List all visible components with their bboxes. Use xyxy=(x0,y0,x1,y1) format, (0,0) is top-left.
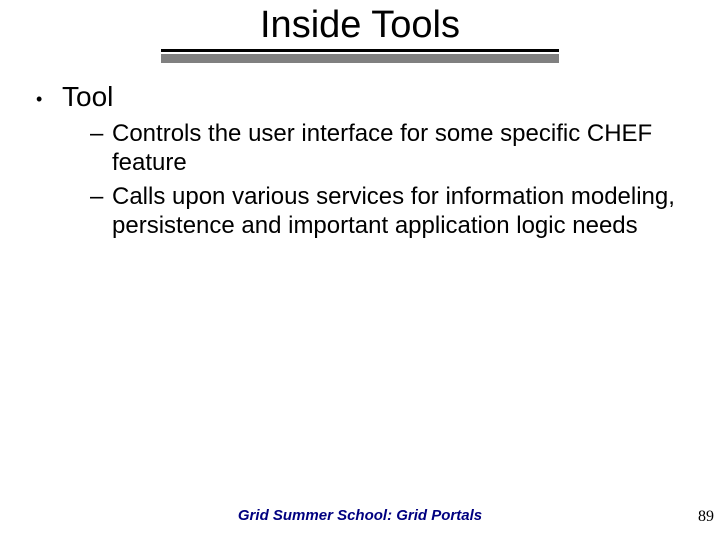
footer-text: Grid Summer School: Grid Portals xyxy=(0,507,720,524)
bullet-level2: – Calls upon various services for inform… xyxy=(36,182,684,241)
title-area: Inside Tools xyxy=(0,0,720,63)
underline-thin xyxy=(161,49,559,52)
title-underline xyxy=(0,49,720,63)
dash-marker: – xyxy=(90,119,112,148)
dash-marker: – xyxy=(90,182,112,211)
bullet-marker: • xyxy=(36,81,62,108)
bullet-level1: • Tool xyxy=(36,81,684,113)
slide: Inside Tools • Tool – Controls the user … xyxy=(0,0,720,540)
bullet-text: Calls upon various services for informat… xyxy=(112,182,684,241)
bullet-text: Controls the user interface for some spe… xyxy=(112,119,684,178)
underline-thick xyxy=(161,54,559,63)
bullet-text: Tool xyxy=(62,81,113,113)
bullet-level2: – Controls the user interface for some s… xyxy=(36,119,684,178)
content-area: • Tool – Controls the user interface for… xyxy=(0,63,720,240)
slide-title: Inside Tools xyxy=(260,4,460,47)
page-number: 89 xyxy=(698,508,714,526)
